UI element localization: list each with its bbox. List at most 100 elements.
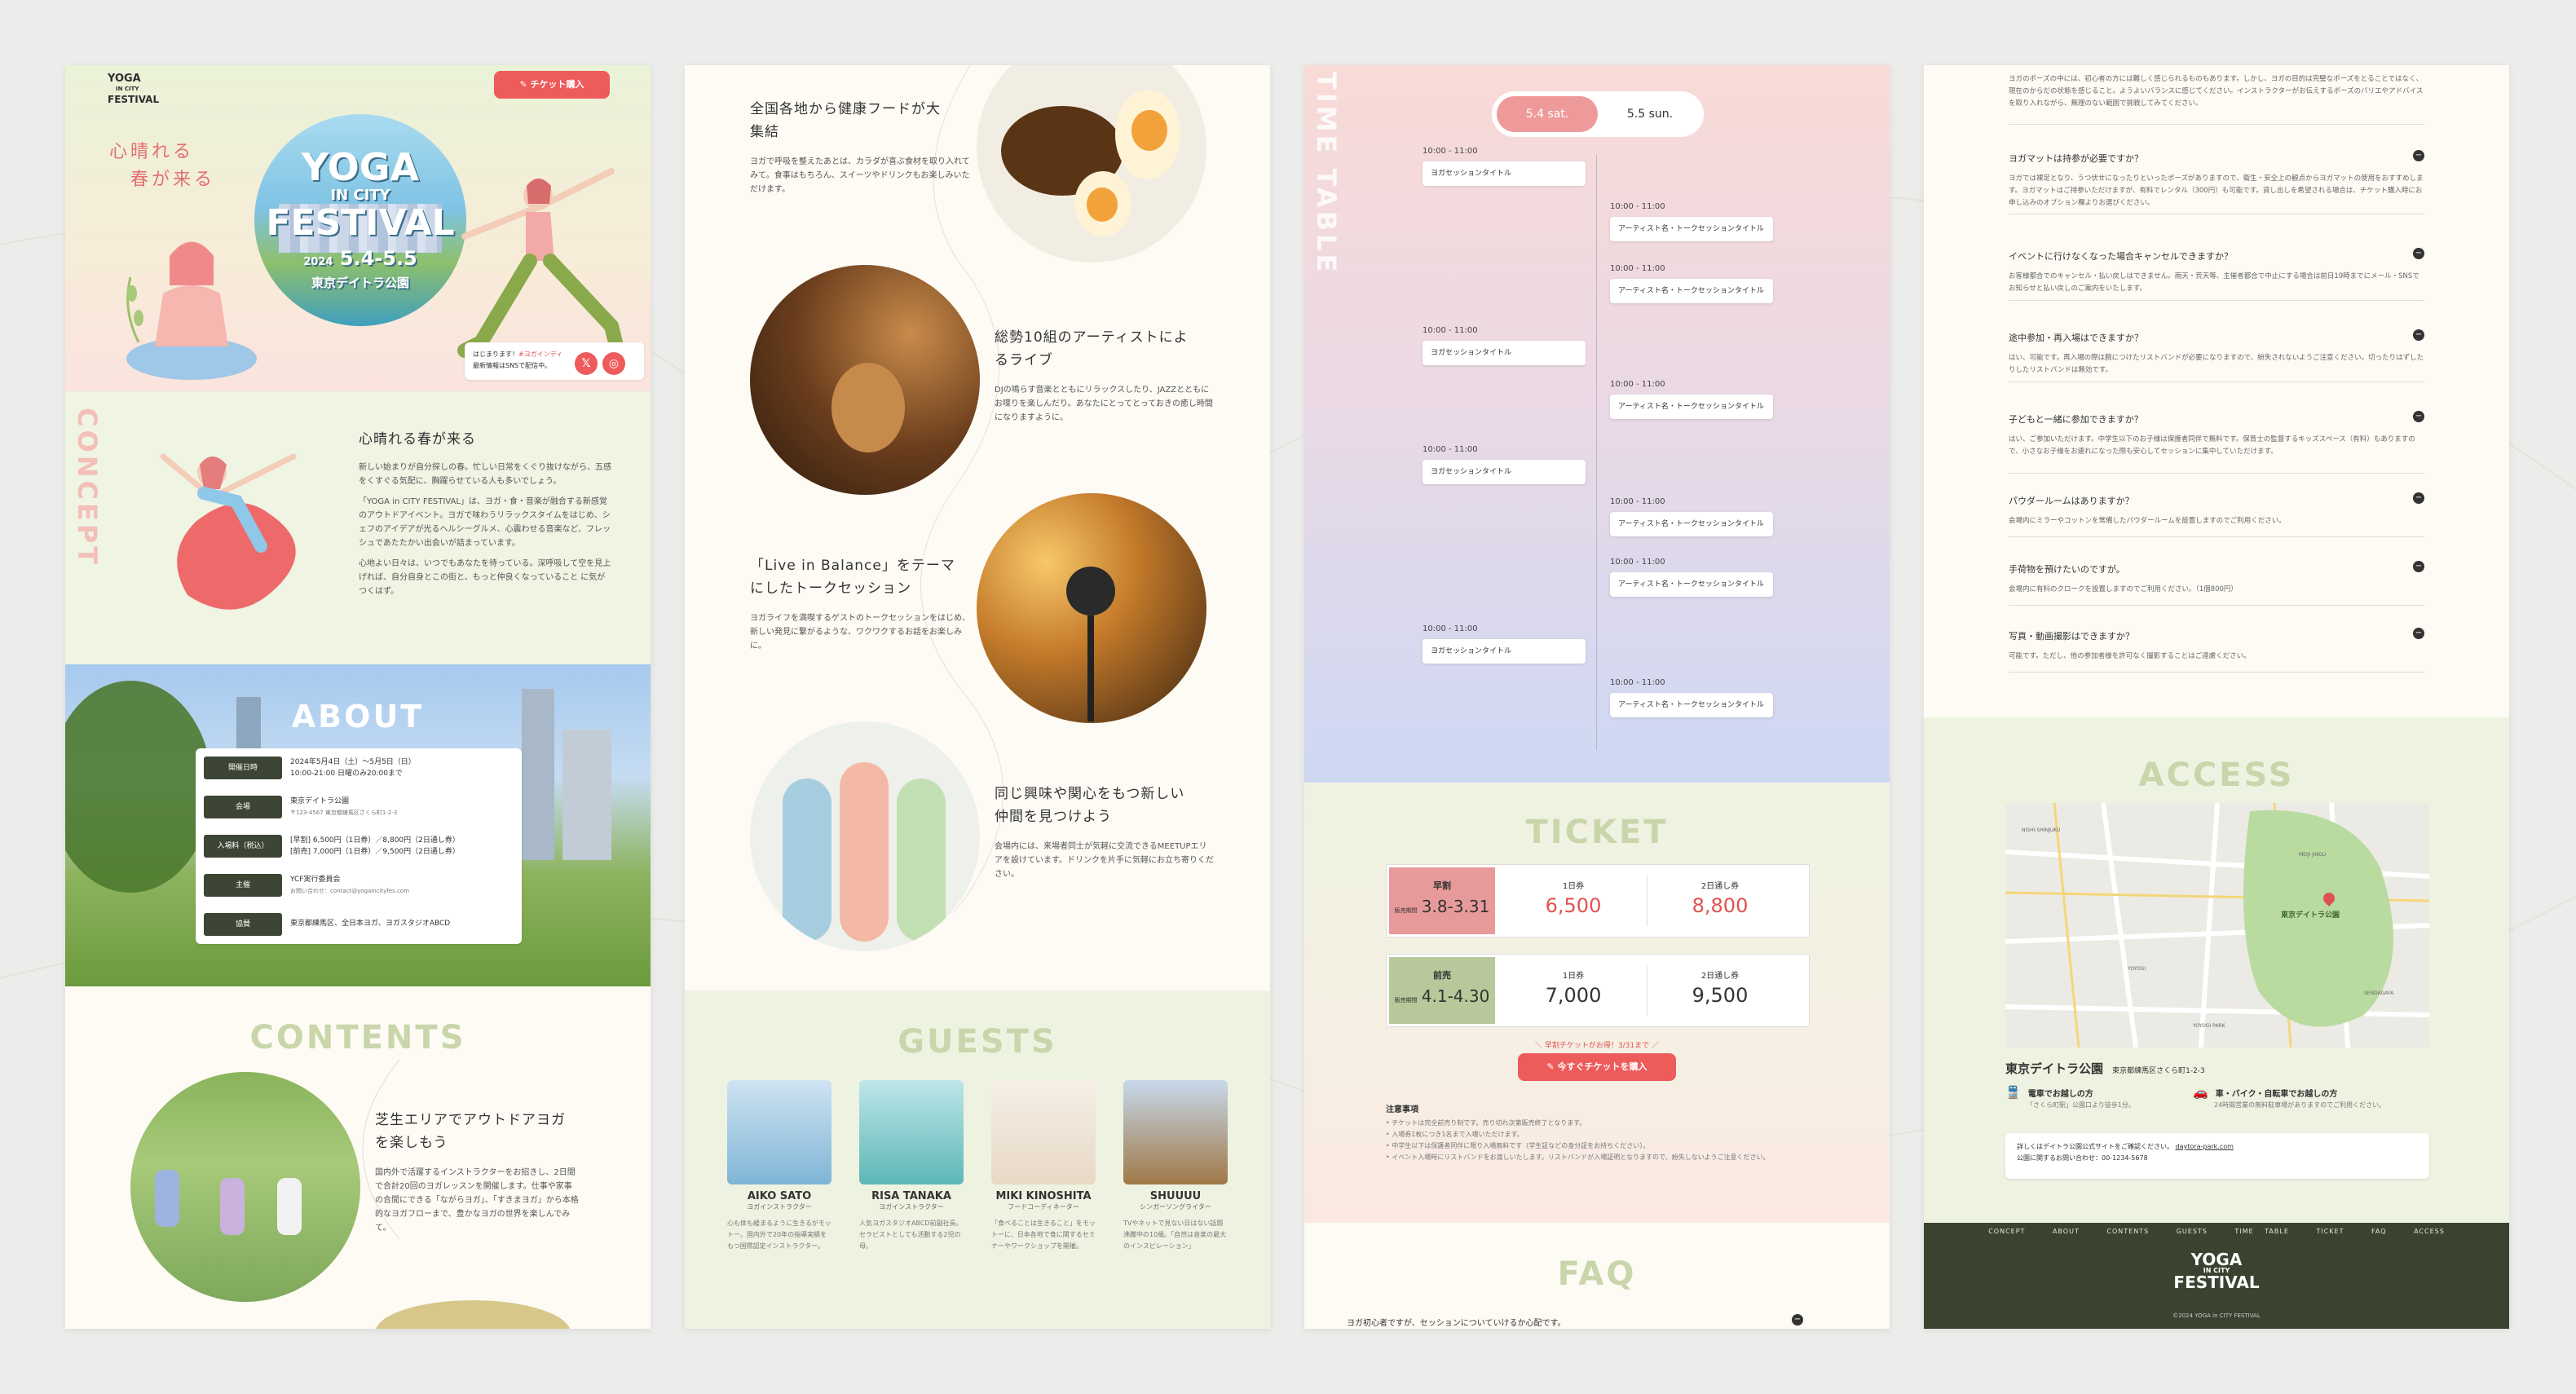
ticket-early-label-cell: 早割 販売期間 3.8-3.31	[1389, 867, 1495, 934]
guest-photo-aiko[interactable]	[727, 1080, 831, 1184]
logo-line3: FESTIVAL	[108, 94, 160, 105]
faq-title: FAQ	[1557, 1255, 1637, 1293]
talk-desc: ヨガライフを満喫するゲストのトークセッションをはじめ、新しい発見に繋がるような、…	[750, 614, 970, 651]
tab-day1[interactable]: 5.4 sat.	[1497, 96, 1598, 132]
footer-nav-contents[interactable]: CONTENTS	[2106, 1228, 2149, 1235]
minus-circle-icon[interactable]: −	[2413, 329, 2424, 341]
footer-nav-guests[interactable]: GUESTS	[2177, 1228, 2208, 1235]
ticket-early-2day: 2日通し券 8,800	[1692, 882, 1749, 917]
car-icon: 🚗	[2193, 1085, 2208, 1100]
food-desc: ヨガで呼吸を整えたあとは、カラダが喜ぶ食材を取り入れてみて。食事はもちろん、スイ…	[750, 157, 970, 194]
footer-nav-access[interactable]: ACCESS	[2414, 1228, 2445, 1235]
timeline-axis	[1596, 155, 1597, 750]
minus-circle-icon[interactable]: −	[2413, 628, 2424, 639]
timetable-vertical-label: TIME TABLE	[1311, 72, 1342, 276]
faq-question-1[interactable]: ヨガ初心者ですが、セッションについていけるか心配です。	[1347, 1316, 1762, 1328]
access-title: ACCESS	[2138, 757, 2295, 794]
faq-answer: ヨガでは裸足となり、うつ伏せになったりといったポーズがありますので、衛生・安全上…	[2009, 174, 2424, 207]
minus-circle-icon[interactable]: −	[1792, 1314, 1803, 1326]
live-guitar-photo	[750, 265, 980, 495]
faq-answer: はい、ご参加いただけます。中学生以下のお子様は保護者同伴で無料です。保育士の監督…	[2009, 435, 2415, 456]
train-icon: 🚆	[2005, 1085, 2021, 1100]
timetable-slot-talk[interactable]: アーティスト名・トークセッションタイトル	[1610, 512, 1773, 536]
faq-question[interactable]: パウダールームはありますか？	[2009, 494, 2424, 507]
minus-circle-icon[interactable]: −	[2413, 492, 2424, 504]
footer-nav-concept[interactable]: CONCEPT	[1988, 1228, 2025, 1235]
faq-answer: はい、可能です。再入場の際は腕につけたリストバンドが必要になりますので、紛失され…	[2009, 354, 2424, 374]
footer-nav-about[interactable]: ABOUT	[2053, 1228, 2080, 1235]
faq-answer: お客様都合でのキャンセル・払い戻しはできません。雨天・荒天等、主催者都合で中止に…	[2009, 272, 2419, 293]
ticket-advance-1day: 1日券 7,000	[1545, 972, 1602, 1007]
faq-question[interactable]: ヨガマットは持参が必要ですか？	[2009, 152, 2424, 165]
faq-question[interactable]: イベントに行けなくなった場合キャンセルできますか？	[2009, 249, 2424, 262]
about-label-venue: 会場	[204, 796, 282, 818]
timetable-slot-talk[interactable]: アーティスト名・トークセッションタイトル	[1610, 572, 1773, 597]
timetable-slot-talk[interactable]: アーティスト名・トークセッションタイトル	[1610, 693, 1773, 717]
panel-timetable: TIME TABLE 5.4 sat. 5.5 sun. 10:00 - 11:…	[1304, 65, 1890, 1329]
panel-faq-access: ヨガのポーズの中には、初心者の方には難しく感じられるものもあります。しかし、ヨガ…	[1924, 65, 2509, 1329]
faq-question[interactable]: 手荷物を預けたいのですが。	[2009, 562, 2424, 576]
guest-photo-miki[interactable]	[991, 1080, 1096, 1184]
about-label-fee: 入場料（税込）	[204, 835, 282, 858]
food-title: 全国各地から健康フードが大 集結	[750, 101, 941, 140]
footer-nav-faq[interactable]: FAQ	[2371, 1228, 2387, 1235]
timetable-slot-yoga[interactable]: ヨガセッションタイトル	[1423, 161, 1586, 186]
guest-card-aiko: AIKO SATO ヨガインストラクター 心も体も緩まるように生きるがモットー。…	[727, 1190, 831, 1250]
timetable-slot-yoga[interactable]: ヨガセッションタイトル	[1423, 460, 1586, 484]
hero-dates: 5.4-5.5	[339, 247, 417, 270]
faq-question[interactable]: 途中参加・再入場はできますか？	[2009, 331, 2424, 344]
hero-logo-yoga: YOGA	[301, 145, 420, 189]
park-info-card: 詳しくはデイトラ公園公式サイトをご確認ください。 daytora-park.co…	[2005, 1133, 2429, 1179]
guests-title: GUESTS	[898, 1023, 1057, 1061]
footer-logo[interactable]: YOGA IN CITY FESTIVAL	[1924, 1251, 2509, 1290]
guest-photo-risa[interactable]	[859, 1080, 964, 1184]
meetup-title: 同じ興味や関心をもつ新しい 仲間を見つけよう	[995, 786, 1185, 825]
meetup-photo	[750, 721, 980, 951]
ticket-notes: 注意事項 • チケットは完全前売り制です。売り切れ次第販売終了となります。 • …	[1386, 1105, 1770, 1161]
hero-venue: 東京デイトラ公園	[311, 276, 409, 290]
timetable-section	[1304, 65, 1890, 783]
contents-item1-desc: 国内外で活躍するインストラクターをお招きし、2日間で合計20回のヨガレッスンを開…	[375, 1168, 579, 1233]
outdoor-yoga-photo	[130, 1072, 360, 1302]
live-title: 総勢10組のアーティストによ るライブ	[995, 329, 1189, 368]
ticket-early-1day: 1日券 6,500	[1545, 882, 1602, 917]
guest-photo-shuuuu[interactable]	[1123, 1080, 1228, 1184]
guest-card-risa: RISA TANAKA ヨガインストラクター 人気ヨガスタジオABCD前副社長。…	[859, 1190, 963, 1250]
ticket-title: TICKET	[1525, 814, 1669, 851]
minus-circle-icon[interactable]: −	[2413, 561, 2424, 572]
footer-nav: CONCEPT ABOUT CONTENTS GUESTS TIME TABLE…	[1924, 1228, 2509, 1235]
faq-question[interactable]: 写真・動画撮影はできますか？	[2009, 629, 2424, 642]
timetable-slot-talk[interactable]: アーティスト名・トークセッションタイトル	[1610, 217, 1773, 241]
hashtag-link[interactable]: #ヨガインディ	[518, 351, 562, 358]
ticket-purchase-button[interactable]: ✎ チケット購入	[494, 71, 610, 99]
concept-illustration	[160, 453, 297, 610]
meditating-woman-illustration	[126, 241, 257, 380]
buy-ticket-button[interactable]: ✎ 今すぐチケットを購入	[1518, 1053, 1676, 1081]
faq-answer: 可能です。ただし、他の参加者様を許可なく撮影することはご遠慮ください。	[2009, 652, 2251, 660]
instagram-icon[interactable]: ◎	[602, 352, 625, 375]
timetable-slot-yoga[interactable]: ヨガセッションタイトル	[1423, 341, 1586, 365]
header-logo[interactable]: YOGA IN CITY FESTIVAL	[108, 73, 165, 105]
timetable-slot-talk[interactable]: アーティスト名・トークセッションタイトル	[1610, 279, 1773, 303]
contact-email[interactable]: お問い合わせ：contact@yogaincityfes.com	[290, 885, 409, 897]
footer-nav-timetable[interactable]: TIME TABLE	[2234, 1228, 2288, 1235]
microphone-photo	[977, 493, 1206, 723]
hero-logo-circle: YOGA IN CITY FESTIVAL 2024 5.4-5.5 東京デイト…	[254, 114, 466, 326]
timetable-slot-talk[interactable]: アーティスト名・トークセッションタイトル	[1610, 395, 1773, 419]
timetable-slot-yoga[interactable]: ヨガセッションタイトル	[1423, 639, 1586, 664]
minus-circle-icon[interactable]: −	[2413, 150, 2424, 161]
tab-day2[interactable]: 5.5 sun.	[1599, 96, 1700, 132]
footer-nav-ticket[interactable]: TICKET	[2316, 1228, 2344, 1235]
minus-circle-icon[interactable]: −	[2413, 411, 2424, 422]
ticket-advance-label-cell: 前売 販売期間 4.1-4.30	[1389, 957, 1495, 1024]
about-title: ABOUT	[291, 699, 425, 734]
access-map[interactable]: 東京デイトラ公園 NISHI-SHINJUKU YOYOGI SENDAGAYA…	[2005, 803, 2429, 1048]
minus-circle-icon[interactable]: −	[2413, 248, 2424, 259]
park-site-link[interactable]: daytora-park.com	[2176, 1143, 2234, 1150]
ticket-advance-2day: 2日通し券 9,500	[1692, 972, 1749, 1007]
faq-question[interactable]: 子どもと一緒に参加できますか？	[2009, 412, 2424, 426]
ticket-icon: ✎	[1546, 1061, 1558, 1072]
x-social-icon[interactable]: 𝕏	[575, 352, 598, 375]
concept-text: 新しい始まりが自分探しの春。忙しい日常をくぐり抜けながら、五感をくすぐる気配に、…	[359, 463, 611, 596]
hero-tagline: 心晴れる 春が来る	[109, 142, 216, 190]
